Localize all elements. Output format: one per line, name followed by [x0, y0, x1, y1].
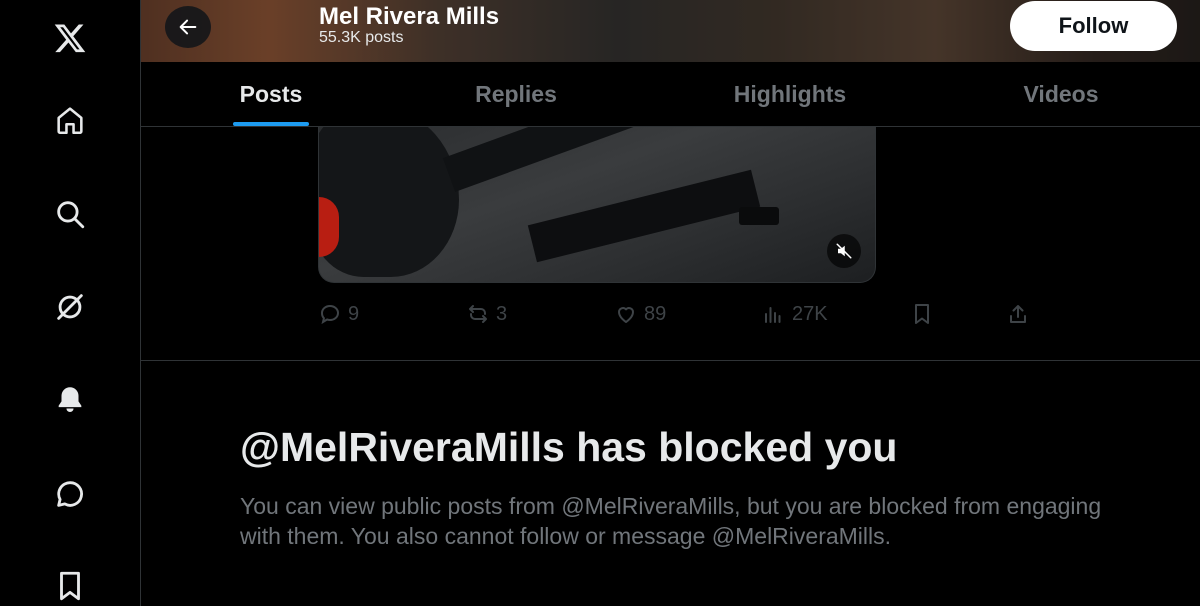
profile-name: Mel Rivera Mills: [319, 3, 500, 30]
profile-header: Mel Rivera Mills 55.3K posts Follow: [141, 0, 1200, 62]
follow-button[interactable]: Follow: [1010, 1, 1177, 51]
blocked-description: You can view public posts from @MelRiver…: [240, 493, 1102, 549]
analytics-icon: [765, 307, 781, 323]
search-icon[interactable]: [48, 192, 92, 236]
home-icon[interactable]: [48, 98, 92, 142]
views-button[interactable]: 27K: [762, 298, 828, 330]
reply-button[interactable]: 9: [318, 298, 359, 330]
mute-button[interactable]: [827, 234, 861, 268]
bookmark-icon: [915, 304, 929, 324]
tab-videos[interactable]: Videos: [931, 62, 1191, 126]
post-video[interactable]: [318, 127, 876, 283]
reply-icon: [320, 304, 340, 325]
share-button[interactable]: [1006, 298, 1030, 330]
message-icon[interactable]: [48, 472, 92, 516]
tab-label: Highlights: [733, 80, 847, 107]
post-actions: 9 3 89 27K: [318, 298, 1038, 330]
active-tab-indicator: [233, 122, 309, 126]
view-count: 27K: [792, 302, 828, 325]
like-count: 89: [644, 302, 667, 325]
nav-rail: [0, 0, 141, 606]
profile-tabs: Posts Replies Highlights Videos: [141, 62, 1200, 127]
bookmark-icon[interactable]: [48, 564, 92, 606]
blocked-title: @MelRiveraMills has blocked you: [240, 424, 898, 470]
repost-icon: [469, 305, 487, 323]
tab-highlights[interactable]: Highlights: [660, 62, 920, 126]
reply-count: 9: [348, 302, 360, 325]
muted-speaker-icon: [836, 243, 852, 259]
bookmark-button[interactable]: [910, 298, 934, 330]
tab-label: Videos: [1023, 80, 1099, 107]
tab-label: Posts: [239, 80, 303, 107]
grok-icon[interactable]: [48, 285, 92, 329]
tab-label: Replies: [475, 80, 557, 107]
tab-replies[interactable]: Replies: [386, 62, 646, 126]
x-logo-icon[interactable]: [48, 16, 92, 60]
like-button[interactable]: 89: [614, 298, 666, 330]
post-count: 55.3K posts: [319, 29, 404, 46]
back-button[interactable]: [165, 6, 211, 48]
share-icon: [1010, 305, 1026, 323]
heart-icon: [618, 307, 634, 323]
bell-icon[interactable]: [48, 378, 92, 422]
repost-button[interactable]: 3: [466, 298, 507, 330]
repost-count: 3: [496, 302, 508, 325]
divider: [141, 360, 1200, 361]
tab-posts[interactable]: Posts: [141, 62, 401, 126]
arrow-left-icon: [179, 19, 197, 35]
